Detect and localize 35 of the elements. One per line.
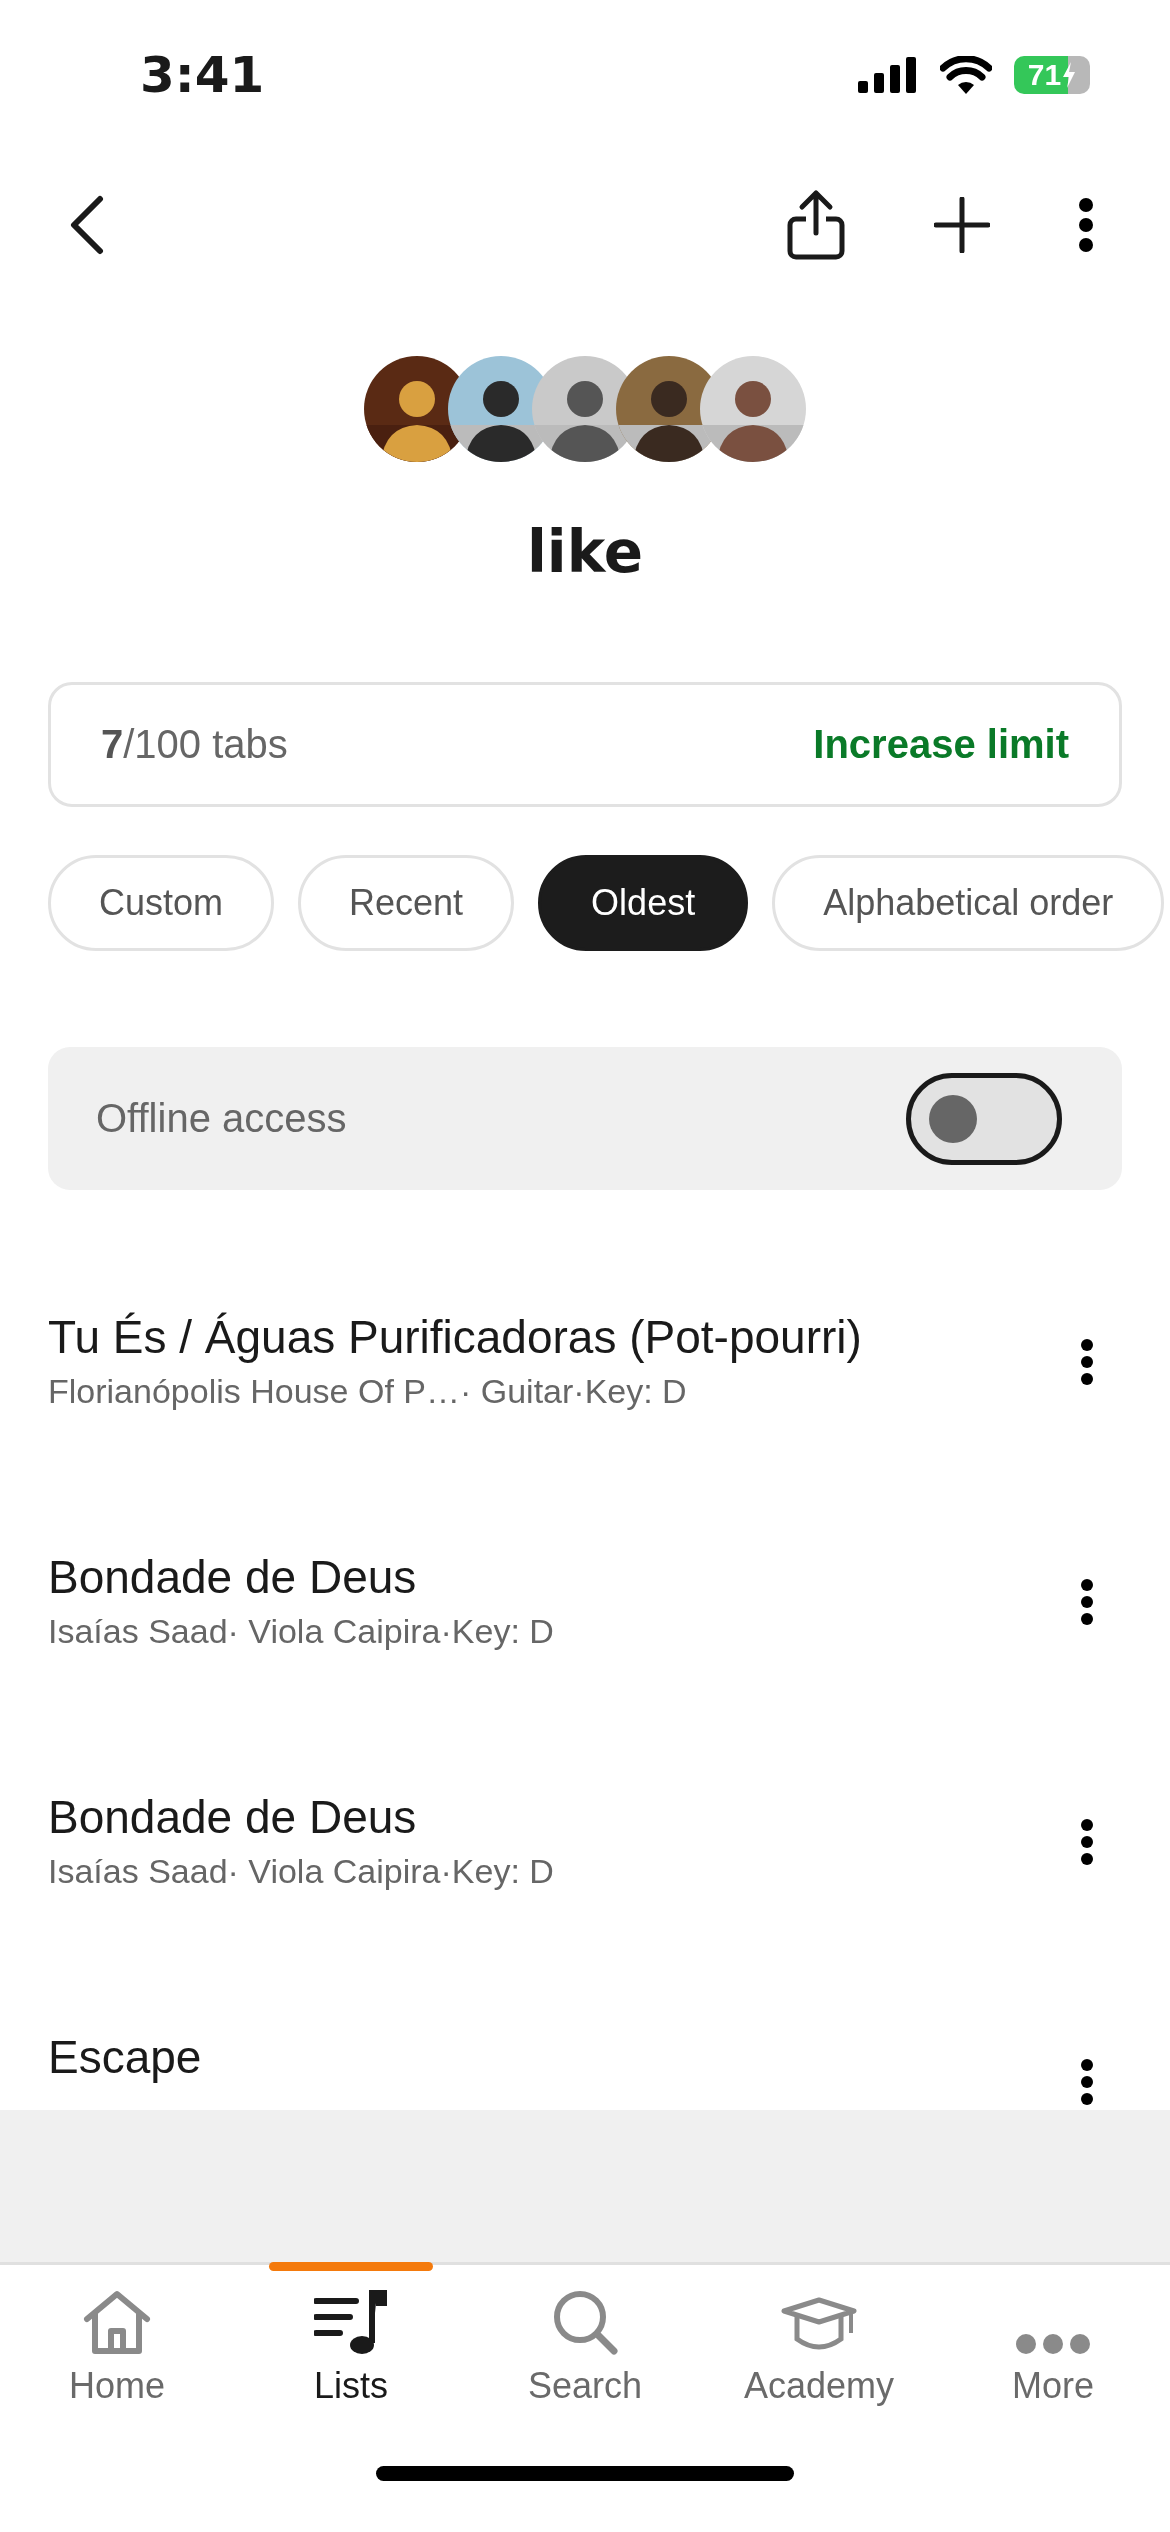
more-options-icon[interactable] [1078,198,1094,252]
song-title[interactable]: Escape [48,2030,202,2084]
song-details: Isaías Saad· Viola Caipira·Key: D [48,1612,554,1651]
more-options-icon[interactable] [1080,2058,1094,2106]
song-details: Florianópolis House Of P…· Guitar·Key: D [48,1372,688,1411]
signal-icon [858,57,918,93]
more-icon [1015,2333,1091,2355]
nav-tab[interactable]: More [936,2265,1170,2415]
song-title[interactable]: Bondade de Deus [48,1550,554,1604]
home-icon [83,2289,151,2355]
sort-chip[interactable]: Custom [48,855,275,951]
sort-chip[interactable]: Oldest [538,855,749,951]
song-details: Isaías Saad· Viola Caipira·Key: D [48,1852,554,1891]
nav-tab[interactable]: Academy [702,2265,936,2415]
more-options-icon[interactable] [1080,1818,1094,1866]
song-title[interactable]: Tu És / Águas Purificadoras (Pot-pourri) [48,1310,862,1364]
increase-limit-link[interactable]: Increase limit [813,722,1069,767]
status-time: 3:41 [140,46,265,104]
sort-chip[interactable]: Alphabetical order [772,855,1165,951]
more-options-icon[interactable] [1080,1578,1094,1626]
nav-tab[interactable]: Home [0,2265,234,2415]
add-icon[interactable] [934,197,990,253]
music-list-icon [314,2289,388,2355]
more-options-icon[interactable] [1080,1338,1094,1386]
song-title[interactable]: Bondade de Deus [48,1790,554,1844]
search-icon [552,2289,618,2355]
list-title: like [525,518,645,586]
sort-chip[interactable]: Recent [298,855,515,951]
offline-access-label: Offline access [96,1096,347,1141]
tab-count: 7/100 tabs [101,722,288,767]
share-icon[interactable] [786,189,846,261]
nav-tab[interactable]: Search [468,2265,702,2415]
nav-tab[interactable]: Lists [234,2265,468,2415]
battery-icon: 71 [1014,56,1090,94]
wifi-icon [940,56,992,94]
